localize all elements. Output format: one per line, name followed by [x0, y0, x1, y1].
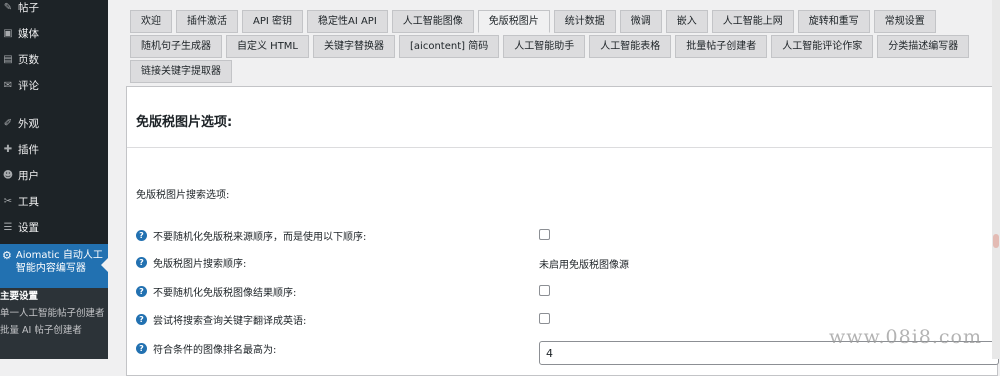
panel-title: 免版税图片选项:: [136, 115, 233, 130]
sidebar-item-label: 工具: [18, 195, 39, 208]
tab-row2-6[interactable]: 批量帖子创建者: [675, 35, 768, 58]
watermark: www.08i8.com: [828, 326, 982, 348]
scrollbar[interactable]: [992, 0, 1000, 359]
tab-row1-8[interactable]: 嵌入: [665, 10, 708, 33]
tab-row1-1[interactable]: 插件激活: [176, 10, 238, 33]
tab-row2-1[interactable]: 自定义 HTML: [226, 35, 310, 58]
help-icon[interactable]: ?: [136, 229, 147, 241]
brush-icon: ✐: [3, 117, 13, 129]
sidebar-item-label: 插件: [18, 143, 39, 156]
tab-row: 欢迎 插件激活 API 密钥 稳定性AI API 人工智能图像 免版税图片 统计数据 微调 嵌入…: [130, 10, 1000, 33]
scrollbar-thumb[interactable]: [993, 234, 999, 248]
help-icon[interactable]: ?: [136, 313, 147, 325]
tab-row1-10[interactable]: 旋转和重写: [797, 10, 870, 33]
option-label: 符合条件的图像排名最高为:: [153, 344, 277, 356]
sidebar-item-0[interactable]: ✎ 帖子: [0, 0, 108, 20]
sidebar-menu: ✎ 帖子 ▣ 媒体 ▤ 页数 ✉ 评论 ✐ 外观 ✚ 插件 ☻ 用户 ✂ 工具 ☰ 设置: [0, 0, 108, 240]
tab-row1-0[interactable]: 欢迎: [130, 10, 172, 33]
sidebar-item-aiomatic[interactable]: ⚙ Aiomatic 自动人工智能内容编写器: [0, 244, 108, 288]
comment-icon: ✉: [3, 79, 13, 91]
sidebar-item-label: 用户: [18, 169, 39, 182]
search-order-value: 未启用免版税图像源: [539, 260, 629, 271]
tab-row2-0[interactable]: 随机句子生成器: [130, 35, 222, 58]
tab-row2-7[interactable]: 人工智能评论作家: [771, 35, 874, 58]
page-icon: ▤: [3, 53, 13, 65]
tab-row1-7[interactable]: 微调: [619, 10, 662, 33]
tab-row: 链接关键字提取器: [130, 60, 1000, 83]
section-label: 免版税图片搜索选项:: [136, 190, 230, 201]
help-icon[interactable]: ?: [136, 285, 147, 297]
settings-icon: ☰: [3, 221, 13, 233]
tab-row1-6[interactable]: 统计数据: [553, 10, 616, 33]
submenu-item-bulk-post-creator[interactable]: 批量 AI 帖子创建者: [0, 322, 108, 339]
tab-row2-5[interactable]: 人工智能表格: [589, 35, 672, 58]
plugin-icon: ✚: [3, 143, 13, 155]
sidebar-item-label: 媒体: [18, 27, 39, 40]
main-content: 欢迎 插件激活 API 密钥 稳定性AI API 人工智能图像 免版税图片 统计数据 微调 嵌入…: [108, 0, 1000, 376]
help-icon[interactable]: ?: [136, 256, 147, 268]
wrench-icon: ✂: [3, 195, 13, 207]
sidebar-item-label: 外观: [18, 117, 39, 130]
tab-row1-3[interactable]: 稳定性AI API: [307, 10, 388, 33]
option-row: ? 尝试将搜索查询关键字翻译成英语:: [136, 311, 306, 327]
tab-row: 随机句子生成器 自定义 HTML 关键字替换器 [aicontent] 简码 人工智能助…: [130, 35, 1000, 58]
pushpin-icon: ✎: [3, 1, 13, 13]
help-icon[interactable]: ?: [136, 342, 147, 354]
tab-row1-5[interactable]: 免版税图片: [477, 10, 550, 33]
tab-row1-11[interactable]: 常规设置: [873, 10, 936, 33]
tab-row3-0[interactable]: 链接关键字提取器: [130, 60, 232, 83]
sidebar-item-3[interactable]: ✉ 评论: [0, 72, 108, 98]
sidebar-item-2[interactable]: ▤ 页数: [0, 46, 108, 72]
sidebar-item-4[interactable]: ✐ 外观: [0, 110, 108, 136]
option-row: ? 不要随机化免版税来源顺序，而是使用以下顺序:: [136, 227, 366, 243]
sidebar-item-6[interactable]: ☻ 用户: [0, 162, 108, 188]
divider: [127, 147, 997, 148]
option-label: 不要随机化免版税图像结果顺序:: [153, 287, 297, 299]
sidebar-item-label: 设置: [18, 221, 39, 234]
translate-keywords-checkbox[interactable]: [539, 313, 550, 324]
no-randomize-source-order-checkbox[interactable]: [539, 229, 550, 240]
option-label: 免版税图片搜索顺序:: [153, 258, 247, 270]
no-randomize-results-checkbox[interactable]: [539, 285, 550, 296]
settings-tabs: 欢迎 插件激活 API 密钥 稳定性AI API 人工智能图像 免版税图片 统计数据 微调 嵌入…: [130, 10, 1000, 85]
media-icon: ▣: [3, 27, 13, 39]
option-row: ? 免版税图片搜索顺序:: [136, 254, 246, 270]
sidebar-item-5[interactable]: ✚ 插件: [0, 136, 108, 162]
sidebar-item-8[interactable]: ☰ 设置: [0, 214, 108, 240]
submenu-item-single-post-creator[interactable]: 单一人工智能帖子创建者: [0, 305, 108, 322]
user-icon: ☻: [2, 169, 14, 181]
tab-row2-2[interactable]: 关键字替换器: [313, 35, 396, 58]
robot-icon: ⚙: [2, 249, 12, 262]
option-label: 不要随机化免版税来源顺序，而是使用以下顺序:: [153, 231, 367, 243]
admin-sidebar: ✎ 帖子 ▣ 媒体 ▤ 页数 ✉ 评论 ✐ 外观 ✚ 插件 ☻ 用户 ✂ 工具 ☰ 设置 ⚙ Aiomatic 自…: [0, 0, 108, 359]
sidebar-item-7[interactable]: ✂ 工具: [0, 188, 108, 214]
sidebar-item-label: 帖子: [18, 1, 39, 14]
option-row: ? 不要随机化免版税图像结果顺序:: [136, 283, 296, 299]
sidebar-item-label: 评论: [18, 79, 39, 92]
option-label: 尝试将搜索查询关键字翻译成英语:: [153, 315, 307, 327]
sidebar-item-1[interactable]: ▣ 媒体: [0, 20, 108, 46]
sidebar-item-label: Aiomatic 自动人工智能内容编写器: [15, 250, 103, 274]
tab-row2-3[interactable]: [aicontent] 简码: [399, 35, 500, 58]
tab-row1-9[interactable]: 人工智能上网: [711, 10, 794, 33]
sidebar-item-label: 页数: [18, 53, 39, 66]
tab-row2-8[interactable]: 分类描述编写器: [877, 35, 970, 58]
sidebar-submenu: 主要设置 单一人工智能帖子创建者 批量 AI 帖子创建者: [0, 288, 108, 359]
option-row: ? 符合条件的图像排名最高为:: [136, 340, 276, 356]
tab-row1-4[interactable]: 人工智能图像: [391, 10, 474, 33]
tab-row2-4[interactable]: 人工智能助手: [503, 35, 586, 58]
tab-row1-2[interactable]: API 密钥: [242, 10, 303, 33]
submenu-item-main-settings[interactable]: 主要设置: [0, 288, 108, 305]
